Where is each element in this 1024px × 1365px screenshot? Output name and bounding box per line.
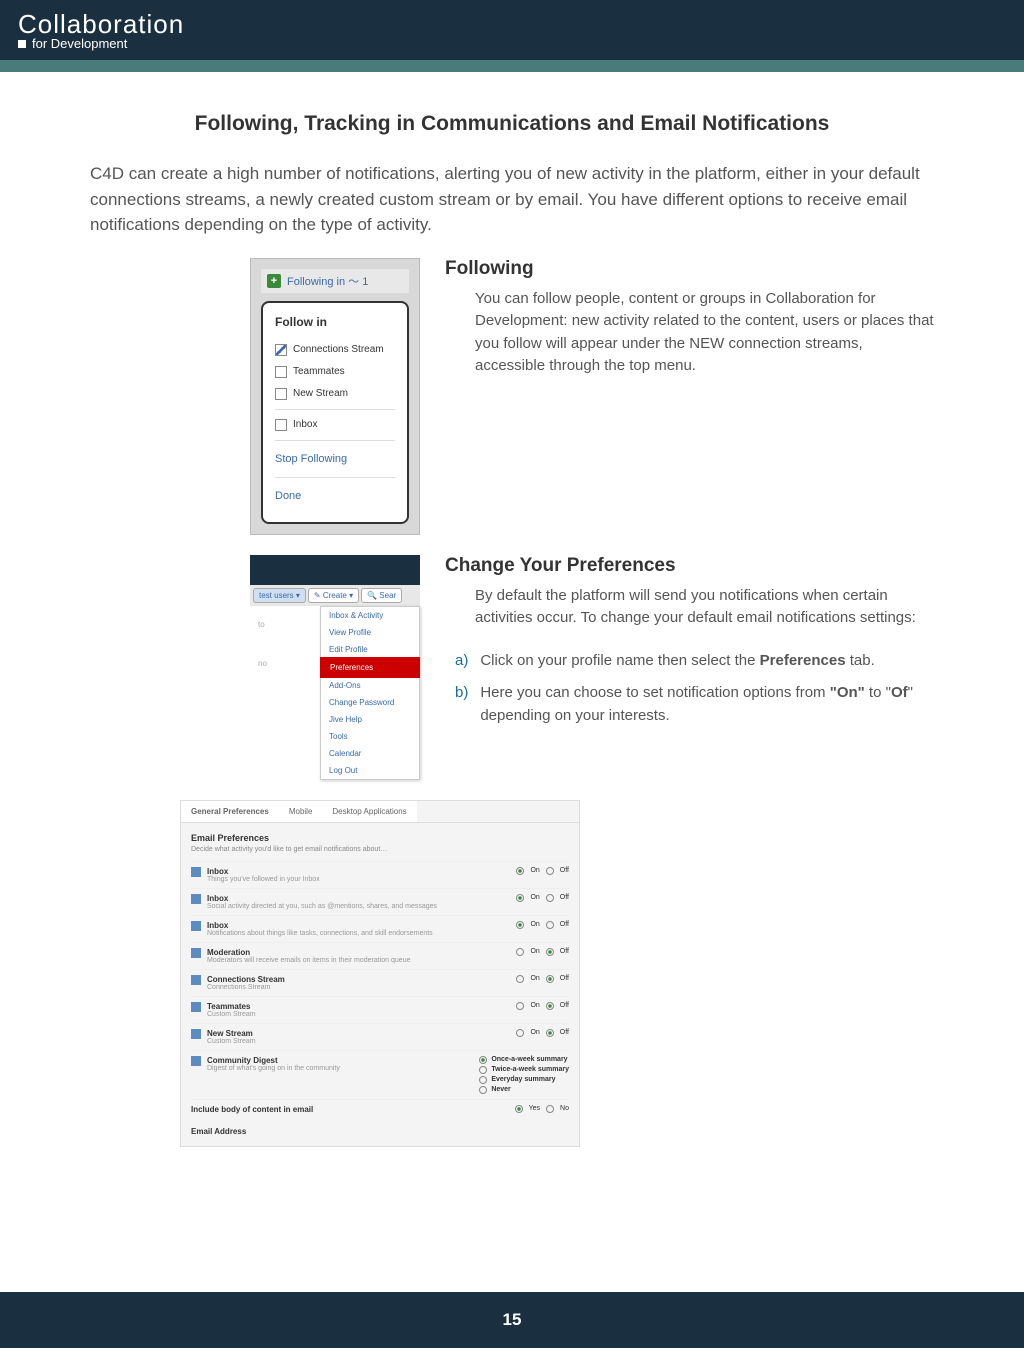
menu-item[interactable]: Log Out (321, 762, 419, 779)
create-pill[interactable]: ✎ Create ▾ (308, 588, 359, 603)
follow-popup: + Following in ～ 1 Follow in Connections… (250, 258, 420, 535)
menu-item[interactable]: Inbox & Activity (321, 607, 419, 624)
radio-off[interactable] (546, 1002, 554, 1010)
radio-off[interactable] (546, 948, 554, 956)
inbox-icon (191, 948, 201, 958)
radio-on[interactable] (516, 1029, 524, 1037)
radio-on[interactable] (516, 948, 524, 956)
instruction-step: a)Click on your profile name then select… (445, 650, 934, 673)
radio-on[interactable] (516, 975, 524, 983)
pref-row: InboxNotifications about things like tas… (191, 915, 569, 942)
intro-paragraph: C4D can create a high number of notifica… (90, 161, 934, 238)
stop-following-link[interactable]: Stop Following (275, 445, 395, 473)
page-header: Collaboration (0, 0, 1024, 60)
menu-item[interactable]: Calendar (321, 745, 419, 762)
radio-off[interactable] (546, 867, 554, 875)
pref-row: Connections StreamConnections StreamOnOf… (191, 969, 569, 996)
pref-row: TeammatesCustom StreamOnOff (191, 996, 569, 1023)
user-pill[interactable]: test users ▾ (253, 588, 306, 603)
email-address-label: Email Address (191, 1127, 569, 1136)
change-prefs-heading: Change Your Preferences (445, 555, 934, 577)
menu-item[interactable]: Preferences (320, 657, 420, 678)
checkbox-icon[interactable] (275, 344, 287, 356)
pref-row: InboxSocial activity directed at you, su… (191, 888, 569, 915)
done-link[interactable]: Done (275, 482, 395, 510)
email-preferences-panel: General PreferencesMobileDesktop Applica… (180, 800, 580, 1147)
email-prefs-sub: Decide what activity you'd like to get e… (191, 846, 569, 853)
follow-title: Follow in (275, 315, 395, 329)
email-prefs-heading: Email Preferences (191, 833, 569, 843)
radio-off[interactable] (546, 1029, 554, 1037)
page-footer: 15 (0, 1292, 1024, 1348)
radio-no[interactable] (546, 1105, 554, 1113)
radio-digest[interactable] (479, 1066, 487, 1074)
accent-band (0, 60, 1024, 72)
menu-item[interactable]: Jive Help (321, 711, 419, 728)
follow-option[interactable]: Connections Stream (275, 339, 395, 361)
radio-digest[interactable] (479, 1076, 487, 1084)
inbox-icon (191, 867, 201, 877)
radio-digest[interactable] (479, 1056, 487, 1064)
radio-on[interactable] (516, 1002, 524, 1010)
inbox-icon (191, 1002, 201, 1012)
radio-on[interactable] (516, 921, 524, 929)
search-pill[interactable]: 🔍 Sear (361, 588, 402, 603)
change-prefs-body: By default the platform will send you no… (445, 585, 934, 630)
pref-row-digest: Community Digest Digest of what's going … (191, 1050, 569, 1099)
pref-row: New StreamCustom StreamOnOff (191, 1023, 569, 1050)
prefs-tab[interactable]: Desktop Applications (322, 801, 416, 822)
follow-option[interactable]: New Stream (275, 383, 395, 405)
user-dropdown-menu: Inbox & ActivityView ProfileEdit Profile… (320, 606, 420, 780)
radio-off[interactable] (546, 921, 554, 929)
radio-on[interactable] (516, 867, 524, 875)
prefs-tab[interactable]: General Preferences (181, 801, 279, 822)
prefs-tab[interactable]: Mobile (279, 801, 323, 822)
menu-item[interactable]: Add-Ons (321, 677, 419, 694)
follow-option[interactable]: Teammates (275, 361, 395, 383)
page-content: Following, Tracking in Communications an… (0, 72, 1024, 1292)
user-menu-screenshot: test users ▾ ✎ Create ▾ 🔍 Sear to no Inb… (250, 555, 420, 780)
page-title: Following, Tracking in Communications an… (90, 112, 934, 136)
inbox-icon (191, 975, 201, 985)
pref-row: InboxThings you've followed in your Inbo… (191, 861, 569, 888)
follow-option[interactable]: Inbox (275, 414, 395, 436)
pref-row: ModerationModerators will receive emails… (191, 942, 569, 969)
menu-item[interactable]: Edit Profile (321, 641, 419, 658)
plus-icon[interactable]: + (267, 274, 281, 288)
stream-icon (191, 1056, 201, 1066)
include-body-row: Include body of content in email Yes No (191, 1099, 569, 1119)
radio-digest[interactable] (479, 1086, 487, 1094)
inbox-icon (191, 894, 201, 904)
instruction-step: b)Here you can choose to set notificatio… (445, 682, 934, 727)
follow-head-text: Following in ～ 1 (287, 273, 368, 289)
following-body: You can follow people, content or groups… (445, 288, 934, 378)
page-number: 15 (503, 1310, 522, 1329)
menu-item[interactable]: Change Password (321, 694, 419, 711)
menu-item[interactable]: View Profile (321, 624, 419, 641)
inbox-icon (191, 921, 201, 931)
radio-yes[interactable] (515, 1105, 523, 1113)
checkbox-icon[interactable] (275, 419, 287, 431)
inbox-icon (191, 1029, 201, 1039)
following-heading: Following (445, 258, 934, 280)
menu-item[interactable]: Tools (321, 728, 419, 745)
checkbox-icon[interactable] (275, 366, 287, 378)
radio-off[interactable] (546, 894, 554, 902)
radio-off[interactable] (546, 975, 554, 983)
radio-on[interactable] (516, 894, 524, 902)
checkbox-icon[interactable] (275, 388, 287, 400)
